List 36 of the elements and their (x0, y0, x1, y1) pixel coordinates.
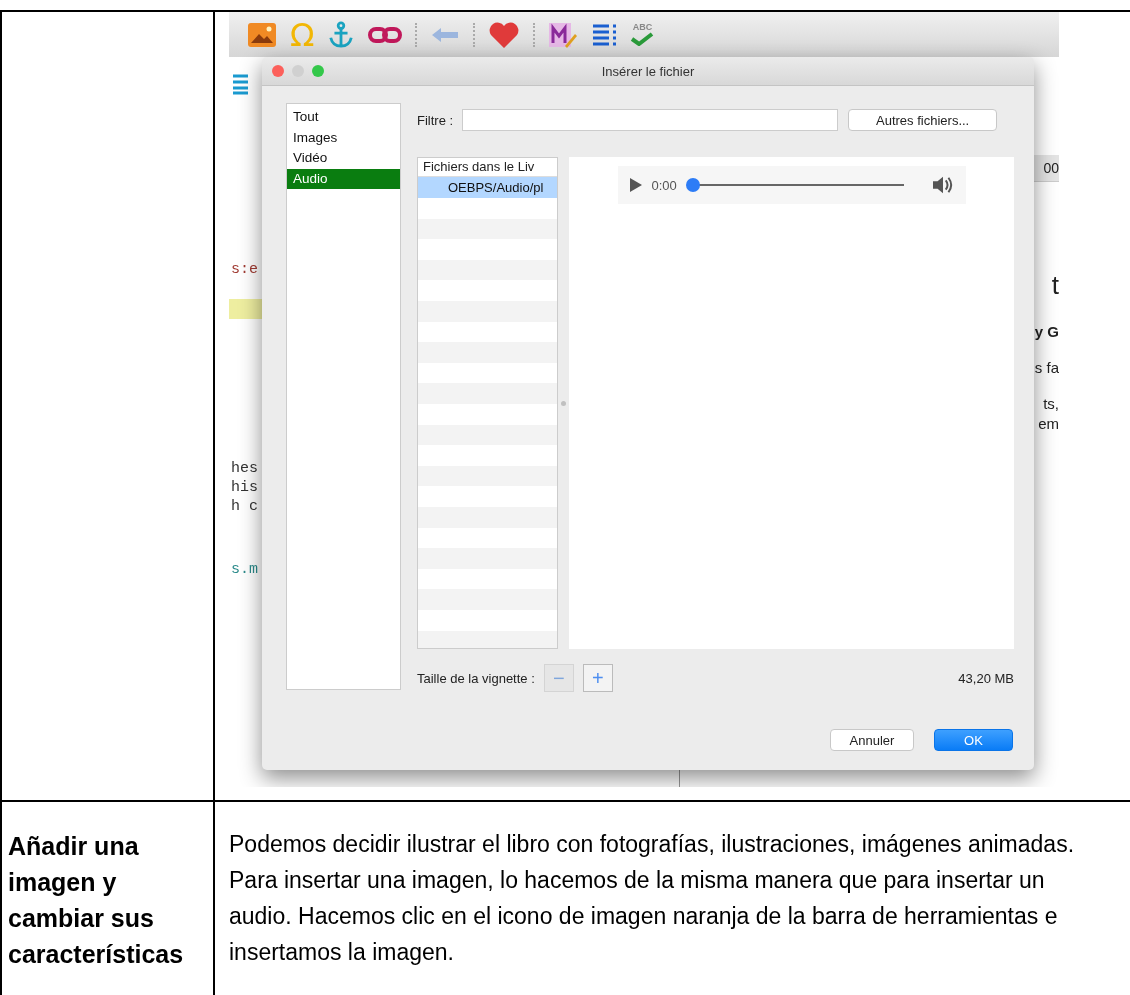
code-text: s.m (231, 560, 258, 579)
row-heading: Añadir una imagen y cambiar sus características (8, 831, 185, 970)
description-paragraph: Podemos decidir ilustrar el libro con fotografías, ilustraciones, imágenes animadas. Para insertar una imagen, lo hacemos de la misma manera que para insertar un audio. Hacemos clic en el icono de imagen naranja de la barra de herramientas e insertamos la imagen. (229, 830, 1076, 967)
preview-text: t (1051, 270, 1059, 300)
time-text: 0:00 (651, 177, 677, 193)
thumbnail-size-label: Taille de la vignette : (417, 670, 535, 686)
filter-field[interactable] (462, 109, 839, 131)
total-size-text: 43,20 MB (958, 670, 1014, 686)
preview-text: ts, (1043, 394, 1059, 414)
category-item[interactable]: Tout (287, 107, 400, 128)
category-item[interactable]: Images (287, 127, 400, 148)
category-item[interactable]: Vidéo (287, 148, 400, 169)
markdown-pencil-icon[interactable] (548, 20, 579, 49)
close-button[interactable] (272, 65, 284, 77)
splitter-handle[interactable] (561, 400, 566, 406)
seek-slider-thumb[interactable] (685, 178, 700, 192)
code-text: s:e (231, 260, 258, 279)
play-icon[interactable] (629, 178, 642, 192)
preview-text: s fa (1034, 358, 1059, 378)
cancel-button[interactable]: Annuler (830, 729, 914, 751)
code-text: hes (231, 459, 258, 478)
heart-icon[interactable] (488, 20, 521, 49)
code-text: his (231, 478, 258, 497)
code-text: h c (231, 497, 258, 516)
link-icon[interactable] (368, 24, 403, 45)
preview-text: y G (1034, 322, 1059, 342)
other-files-button[interactable]: Autres fichiers... (848, 109, 998, 131)
category-item[interactable]: Audio (287, 168, 400, 189)
speaker-icon[interactable] (931, 175, 954, 195)
image-icon[interactable] (247, 21, 277, 48)
filter-label: Filtre : (417, 112, 454, 128)
dialog-title: Insérer le fichier (601, 63, 695, 79)
file-item[interactable]: OEBPS/Audio/pl (418, 177, 557, 198)
list-icon[interactable] (231, 73, 249, 95)
header-text: 00 (1043, 160, 1059, 176)
preview-text: em (1038, 414, 1059, 434)
